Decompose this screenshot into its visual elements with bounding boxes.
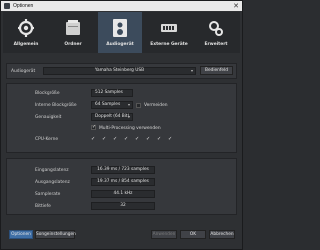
dialog-footer: Optionen Songeinstellungen Anwenden OK A… — [3, 225, 240, 245]
tab-label: Externe Geräte — [150, 42, 188, 47]
block-size-label: Blockgröße — [35, 91, 60, 96]
apply-button[interactable]: Anwenden — [151, 230, 177, 239]
cpu-core-check[interactable]: ✓ — [113, 136, 117, 142]
chevron-down-icon: ▾ — [190, 68, 193, 73]
chevron-down-icon: ▾ — [127, 114, 130, 119]
title-bar: Optionen ✕ — [1, 1, 242, 11]
buffer-panel: Blockgröße 512 Samples Interne Blockgröß… — [6, 83, 237, 153]
output-latency-value: 19.37 ms / 854 samples — [91, 178, 155, 186]
precision-label: Genauigkeit — [35, 115, 62, 120]
internal-block-select[interactable]: 64 Samples ▾ — [91, 101, 133, 109]
ok-button[interactable]: OK — [180, 230, 206, 239]
tab-label: Allgemein — [13, 42, 39, 47]
control-panel-button[interactable]: Bedienfeld — [200, 66, 233, 75]
tab-advanced[interactable]: Erweitert — [194, 12, 238, 53]
bit-depth-label: Bittiefe — [35, 204, 51, 209]
tab-label: Audiogerät — [106, 42, 134, 47]
cancel-button[interactable]: Abbrechen — [209, 230, 235, 239]
avoid-label: Vermeiden — [144, 103, 168, 108]
device-select[interactable]: Yamaha Steinberg USB ▾ — [43, 67, 196, 75]
cpu-core-check[interactable]: ✓ — [157, 136, 161, 142]
gear-icon — [18, 19, 34, 37]
tab-folders[interactable]: Ordner — [51, 12, 95, 53]
options-button[interactable]: Optionen — [9, 230, 33, 239]
tab-audio-device[interactable]: Audiogerät — [98, 12, 142, 53]
chevron-down-icon: ▾ — [127, 102, 130, 107]
sample-rate-label: Samplerate — [35, 192, 61, 197]
input-latency-label: Eingangslatenz — [35, 168, 69, 173]
external-devices-icon — [161, 24, 177, 32]
options-window: Optionen ✕ Allgemein Ordner Audiogerät E… — [0, 0, 243, 250]
tab-label: Erweitert — [204, 42, 228, 47]
internal-block-value: 64 Samples — [95, 102, 121, 107]
cpu-core-check[interactable]: ✓ — [124, 136, 128, 142]
folder-icon — [66, 20, 80, 35]
precision-value: Doppelt (64 Bit) — [95, 114, 130, 119]
cpu-core-check[interactable]: ✓ — [168, 136, 172, 142]
internal-block-label: Interne Blockgröße — [35, 103, 77, 108]
song-settings-button[interactable]: Songeinstellungen — [35, 230, 76, 239]
multiprocessing-label: Multi-Processing verwenden — [99, 125, 161, 131]
input-latency-value: 16.39 ms / 723 samples — [91, 166, 155, 174]
device-panel: Audiogerät Yamaha Steinberg USB ▾ Bedien… — [6, 63, 237, 79]
multiprocessing-checkbox[interactable] — [91, 124, 96, 130]
bit-depth-value: 32 — [91, 202, 155, 210]
tab-label: Ordner — [64, 42, 82, 47]
tab-general[interactable]: Allgemein — [4, 12, 48, 53]
device-label: Audiogerät — [11, 69, 36, 74]
window-title: Optionen — [13, 3, 34, 9]
device-value: Yamaha Steinberg USB — [94, 68, 145, 73]
tab-external-devices[interactable]: Externe Geräte — [145, 12, 193, 53]
output-latency-label: Ausgangslatenz — [35, 180, 70, 185]
cpu-core-check[interactable]: ✓ — [102, 136, 106, 142]
audio-device-icon — [113, 19, 127, 37]
latency-panel: Eingangslatenz 16.39 ms / 723 samples Au… — [6, 158, 237, 215]
cpu-core-check[interactable]: ✓ — [146, 136, 150, 142]
cpu-core-check[interactable]: ✓ — [135, 136, 139, 142]
precision-select[interactable]: Doppelt (64 Bit) ▾ — [91, 113, 133, 121]
close-icon[interactable]: ✕ — [233, 1, 239, 11]
cpu-cores-label: CPU-Kerne — [35, 137, 59, 142]
cpu-core-check[interactable]: ✓ — [91, 136, 95, 142]
block-size-value: 512 Samples — [91, 89, 133, 97]
app-icon — [4, 3, 10, 9]
advanced-icon — [209, 21, 223, 36]
avoid-checkbox[interactable] — [136, 102, 141, 108]
options-tabbar: Allgemein Ordner Audiogerät Externe Gerä… — [3, 12, 240, 53]
sample-rate-value: 44.1 kHz — [91, 190, 155, 198]
